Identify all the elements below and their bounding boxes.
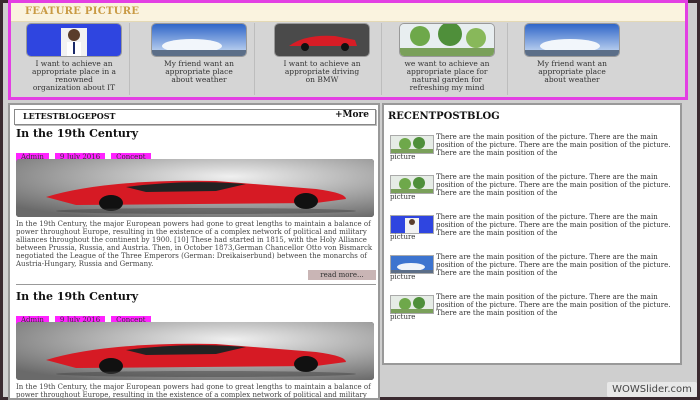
watermark-link[interactable]: WOWSlider.com xyxy=(607,382,697,397)
car-photo-icon[interactable] xyxy=(274,23,370,57)
blog-post: In the 19th Century Admin 9 July 2016 Conc… xyxy=(16,290,376,399)
recent-post-tail: picture xyxy=(390,153,416,161)
recent-post-text: There are the main position of the pictu… xyxy=(436,293,671,317)
feature-caption: I want to achieve an appropriate driving… xyxy=(283,59,361,84)
tree-photo-icon[interactable] xyxy=(390,175,434,194)
latest-posts-header: LETESTBLOGEPOST +More xyxy=(14,109,376,125)
feature-divider xyxy=(507,23,508,95)
more-link[interactable]: +More xyxy=(335,110,369,120)
recent-post-text: There are the main position of the pictu… xyxy=(436,133,671,157)
feature-item-1[interactable]: I want to achieve an appropriate place i… xyxy=(25,23,123,92)
recent-post-text: There are the main position of the pictu… xyxy=(436,253,671,277)
post-title[interactable]: In the 19th Century xyxy=(16,290,376,303)
read-more-button[interactable]: read more... xyxy=(308,270,376,280)
recent-post-item[interactable]: There are the main position of the pictu… xyxy=(388,213,678,249)
sky-photo-icon[interactable] xyxy=(390,255,434,274)
person-photo-icon[interactable] xyxy=(26,23,122,57)
tree-photo-icon[interactable] xyxy=(390,295,434,314)
feature-caption: My friend want an appropriate place abou… xyxy=(537,59,607,84)
recent-post-tail: picture xyxy=(390,193,416,201)
tree-photo-icon[interactable] xyxy=(399,23,495,57)
post-excerpt: In the 19th Century, the major European … xyxy=(16,383,371,399)
latest-posts-title: LETESTBLOGEPOST xyxy=(23,111,116,121)
post-divider xyxy=(16,284,376,285)
recent-post-item[interactable]: There are the main position of the pictu… xyxy=(388,253,678,289)
feature-panel: FEATURE PICTURE I want to achieve an app… xyxy=(8,0,688,100)
recent-post-tail: picture xyxy=(390,313,416,321)
sky-photo-icon[interactable] xyxy=(524,23,620,57)
post-image[interactable] xyxy=(16,322,374,380)
feature-header: FEATURE PICTURE xyxy=(11,3,685,22)
recent-post-tail: picture xyxy=(390,273,416,281)
recent-post-text: There are the main position of the pictu… xyxy=(436,213,671,237)
feature-divider xyxy=(254,23,255,95)
recent-post-text: There are the main position of the pictu… xyxy=(436,173,671,197)
feature-item-4[interactable]: we want to achieve an appropriate place … xyxy=(398,23,496,92)
feature-caption: My friend want an appropriate place abou… xyxy=(164,59,234,84)
feature-caption: we want to achieve an appropriate place … xyxy=(404,59,490,92)
post-image[interactable] xyxy=(16,159,374,217)
feature-title: FEATURE PICTURE xyxy=(25,6,140,17)
latest-posts-panel: LETESTBLOGEPOST +More In the 19th Centur… xyxy=(8,103,380,400)
recent-posts-title: RECENTPOSTBLOG xyxy=(388,111,500,122)
feature-item-5[interactable]: My friend want an appropriate place abou… xyxy=(523,23,621,84)
feature-caption: I want to achieve an appropriate place i… xyxy=(31,59,117,92)
post-title[interactable]: In the 19th Century xyxy=(16,127,376,140)
person-photo-icon[interactable] xyxy=(390,215,434,234)
feature-item-2[interactable]: My friend want an appropriate place abou… xyxy=(150,23,248,84)
sky-photo-icon[interactable] xyxy=(151,23,247,57)
feature-divider xyxy=(381,23,382,95)
recent-post-tail: picture xyxy=(390,233,416,241)
recent-post-item[interactable]: There are the main position of the pictu… xyxy=(388,293,678,329)
tree-photo-icon[interactable] xyxy=(390,135,434,154)
blog-post: In the 19th Century Admin 9 July 2016 Conc… xyxy=(16,127,376,268)
recent-post-item[interactable]: There are the main position of the pictu… xyxy=(388,133,678,169)
feature-item-3[interactable]: I want to achieve an appropriate driving… xyxy=(273,23,371,84)
recent-posts-panel: RECENTPOSTBLOG There are the main positi… xyxy=(382,103,682,365)
post-meta: Admin 9 July 2016 Concept xyxy=(16,144,376,162)
post-meta: Admin 9 July 2016 Concept xyxy=(16,307,376,325)
recent-post-item[interactable]: There are the main position of the pictu… xyxy=(388,173,678,209)
post-excerpt: In the 19th Century, the major European … xyxy=(16,220,373,268)
feature-divider xyxy=(129,23,130,95)
